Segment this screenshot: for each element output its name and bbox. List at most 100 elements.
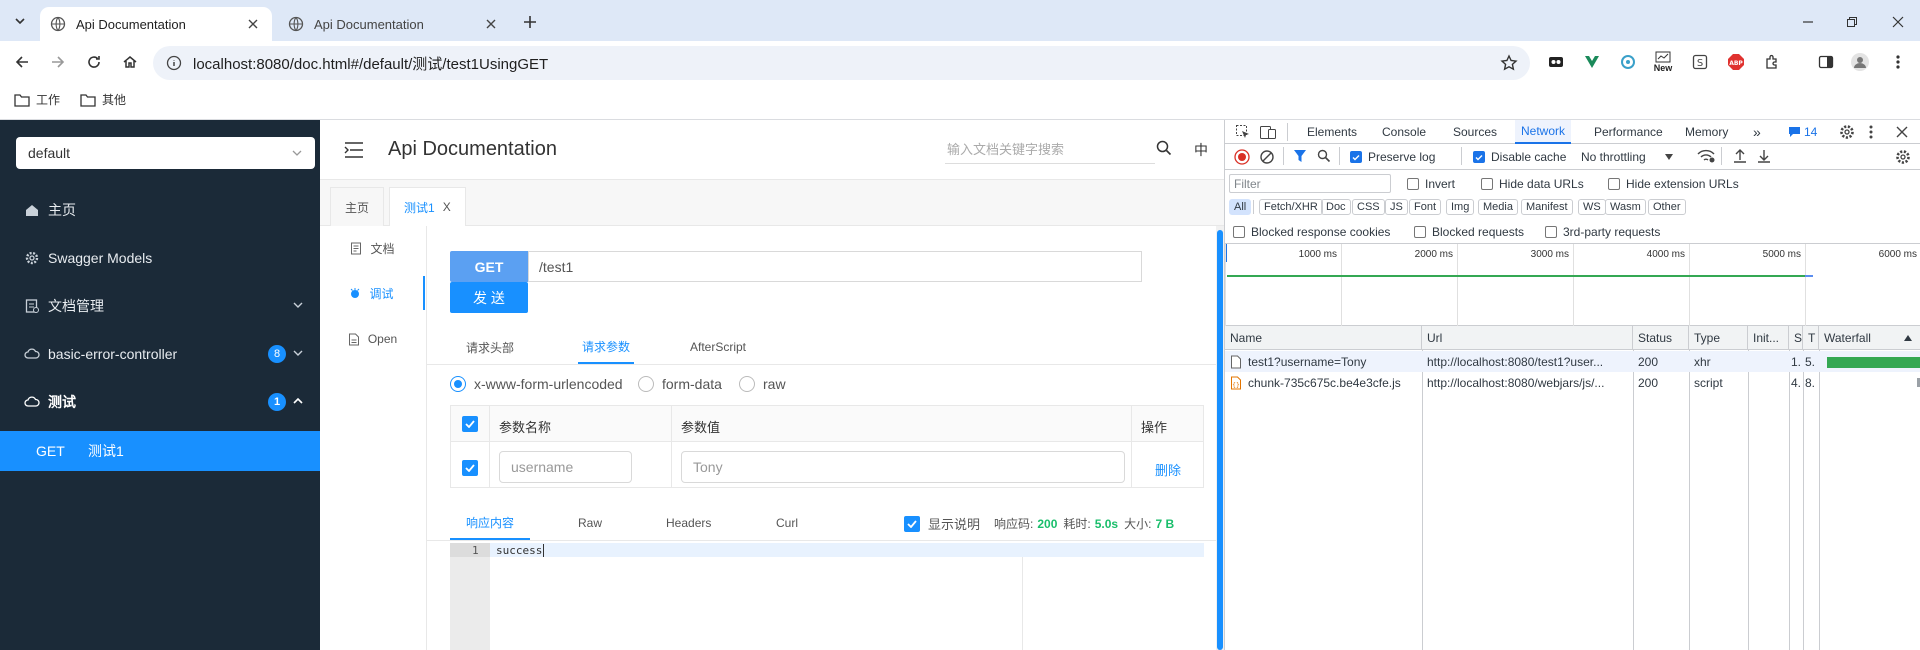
- clear-icon[interactable]: [1259, 149, 1275, 165]
- language-switch[interactable]: 中: [1194, 140, 1208, 160]
- filter-funnel-icon[interactable]: [1293, 149, 1307, 163]
- extensions-puzzle-icon[interactable]: [1760, 50, 1784, 74]
- radio-button[interactable]: [450, 376, 466, 392]
- bookmark-star-icon[interactable]: [1500, 54, 1518, 72]
- extension-new-icon[interactable]: New: [1648, 50, 1678, 74]
- extension-s-icon[interactable]: S: [1688, 50, 1712, 74]
- param-name-input[interactable]: username: [499, 451, 632, 483]
- content-type-radio-urlencoded[interactable]: x-www-form-urlencoded: [450, 376, 623, 392]
- network-conditions-icon[interactable]: [1697, 149, 1715, 163]
- search-icon[interactable]: [1156, 140, 1172, 156]
- scrollbar-thumb[interactable]: [1217, 230, 1223, 650]
- disable-cache-checkbox[interactable]: Disable cache: [1473, 150, 1566, 164]
- radio-button[interactable]: [638, 376, 654, 392]
- content-type-radio-form-data[interactable]: form-data: [638, 376, 722, 392]
- hide-data-urls-checkbox[interactable]: Hide data URLs: [1481, 177, 1584, 191]
- extension-circle-icon[interactable]: [1616, 50, 1640, 74]
- menu-item-debug[interactable]: 调试: [320, 276, 425, 310]
- menu-item-doc[interactable]: 文档: [320, 231, 425, 265]
- column-header-name[interactable]: Name: [1225, 326, 1422, 350]
- request-name-cell[interactable]: test1?username=Tony: [1225, 351, 1422, 372]
- tab-afterscript[interactable]: AfterScript: [690, 330, 746, 364]
- sidebar-item-get-test1[interactable]: GET 测试1: [0, 431, 320, 471]
- import-har-icon[interactable]: [1733, 148, 1747, 164]
- column-header-initiator[interactable]: Init...: [1748, 326, 1789, 350]
- devtools-tab-performance[interactable]: Performance: [1594, 120, 1663, 144]
- devtools-tab-sources[interactable]: Sources: [1453, 120, 1497, 144]
- column-header-type[interactable]: Type: [1689, 326, 1748, 350]
- inspect-element-icon[interactable]: [1235, 124, 1251, 140]
- preserve-log-checkbox[interactable]: Preserve log: [1350, 150, 1435, 164]
- show-description-checkbox[interactable]: [904, 515, 920, 532]
- tab-search-chevron-icon[interactable]: [8, 9, 32, 33]
- type-filter-ws[interactable]: WS: [1578, 199, 1606, 215]
- radio-button[interactable]: [739, 376, 755, 392]
- tab-request-params[interactable]: 请求参数: [578, 330, 635, 364]
- browser-menu-icon[interactable]: [1886, 50, 1910, 74]
- send-button[interactable]: 发 送: [450, 282, 528, 313]
- sidebar-item-doc-manage[interactable]: 文档管理: [0, 286, 320, 326]
- forward-icon[interactable]: [44, 48, 72, 76]
- delete-param-link[interactable]: 删除: [1155, 460, 1181, 479]
- tab-request-headers[interactable]: 请求头部: [466, 330, 514, 364]
- devtools-menu-icon[interactable]: [1869, 124, 1873, 140]
- row-checkbox[interactable]: [462, 460, 478, 476]
- type-filter-font[interactable]: Font: [1409, 199, 1442, 215]
- devtools-tab-network[interactable]: Network: [1515, 120, 1572, 144]
- devtools-tab-memory[interactable]: Memory: [1685, 120, 1728, 144]
- close-devtools-icon[interactable]: [1896, 126, 1908, 138]
- sidebar-item-home[interactable]: 主页: [0, 190, 320, 230]
- bookmark-folder-work[interactable]: 工作: [14, 91, 60, 108]
- issues-badge[interactable]: 14: [1788, 125, 1817, 139]
- home-button-icon[interactable]: [116, 48, 144, 76]
- settings-gear-icon[interactable]: [1839, 124, 1855, 140]
- type-filter-js[interactable]: JS: [1385, 199, 1408, 215]
- devtools-tab-console[interactable]: Console: [1382, 120, 1426, 144]
- tab-response-raw[interactable]: Raw: [578, 506, 602, 540]
- doc-search-input[interactable]: 输入文档关键字搜索: [945, 134, 1155, 164]
- third-party-requests-checkbox[interactable]: 3rd-party requests: [1545, 225, 1660, 239]
- invert-checkbox[interactable]: Invert: [1407, 177, 1455, 191]
- type-filter-manifest[interactable]: Manifest: [1521, 199, 1573, 215]
- record-icon[interactable]: [1234, 149, 1250, 165]
- tab-response-headers[interactable]: Headers: [666, 506, 711, 540]
- extension-media-icon[interactable]: [1544, 50, 1568, 74]
- filter-input[interactable]: Filter: [1229, 174, 1391, 193]
- menu-item-open[interactable]: Open: [320, 322, 425, 356]
- device-toolbar-icon[interactable]: [1259, 124, 1277, 140]
- bookmark-folder-other[interactable]: 其他: [80, 91, 126, 108]
- devtools-tab-elements[interactable]: Elements: [1307, 120, 1357, 144]
- type-filter-other[interactable]: Other: [1648, 199, 1686, 215]
- tab-response-curl[interactable]: Curl: [776, 506, 798, 540]
- tab-close-icon[interactable]: X: [443, 200, 451, 214]
- column-header-waterfall[interactable]: Waterfall: [1819, 326, 1920, 350]
- type-filter-all[interactable]: All: [1229, 199, 1252, 215]
- close-tab-icon[interactable]: [482, 15, 500, 33]
- type-filter-fetch-xhr[interactable]: Fetch/XHR: [1259, 199, 1323, 215]
- column-header-status[interactable]: Status: [1633, 326, 1689, 350]
- address-bar[interactable]: localhost:8080/doc.html#/default/测试/test…: [153, 46, 1530, 80]
- new-tab-icon[interactable]: [518, 10, 542, 34]
- tab-test1[interactable]: 测试1 X: [389, 187, 466, 226]
- type-filter-doc[interactable]: Doc: [1321, 199, 1351, 215]
- request-name-cell[interactable]: {} chunk-735c675c.be4e3cfe.js: [1225, 372, 1422, 393]
- request-path-input[interactable]: /test1: [528, 251, 1142, 282]
- profile-avatar-icon[interactable]: [1848, 50, 1872, 74]
- select-all-checkbox[interactable]: [462, 416, 478, 432]
- side-panel-icon[interactable]: [1814, 50, 1838, 74]
- column-header-size[interactable]: S: [1789, 326, 1803, 350]
- close-tab-icon[interactable]: [244, 15, 262, 33]
- type-filter-media[interactable]: Media: [1478, 199, 1518, 215]
- column-header-time[interactable]: T: [1803, 326, 1819, 350]
- type-filter-css[interactable]: CSS: [1352, 199, 1385, 215]
- network-settings-icon[interactable]: [1895, 149, 1911, 165]
- group-select[interactable]: default: [16, 137, 315, 169]
- hide-extension-urls-checkbox[interactable]: Hide extension URLs: [1608, 177, 1739, 191]
- minimize-icon[interactable]: [1796, 10, 1820, 34]
- export-har-icon[interactable]: [1757, 148, 1771, 164]
- reload-icon[interactable]: [80, 48, 108, 76]
- tab-response-content[interactable]: 响应内容: [450, 506, 531, 540]
- tab-home[interactable]: 主页: [330, 187, 385, 226]
- param-value-input[interactable]: Tony: [681, 451, 1125, 483]
- column-header-url[interactable]: Url: [1422, 326, 1633, 350]
